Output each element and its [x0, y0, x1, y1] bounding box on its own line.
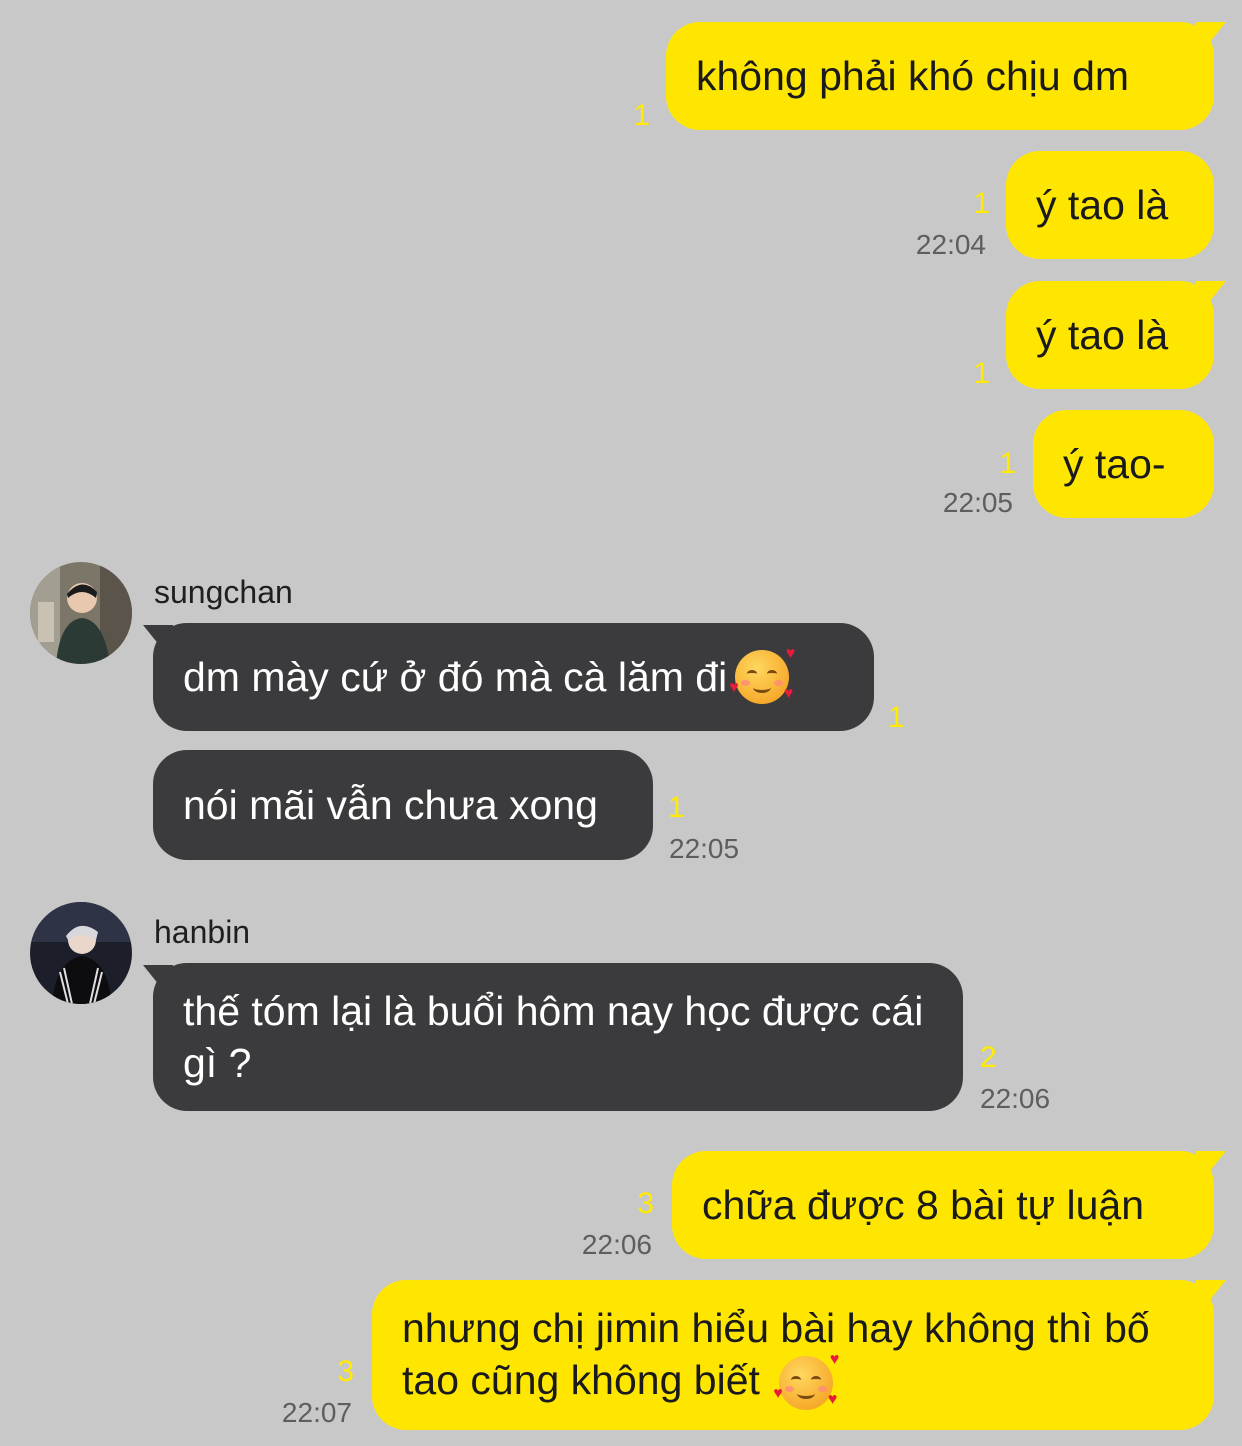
message-time: 22:05	[669, 833, 740, 864]
unread-count: 1	[888, 701, 905, 734]
smiling-face-with-hearts-icon: ♥ ♥ ♥	[773, 1351, 840, 1411]
unread-count: 1	[668, 791, 685, 824]
unread-count: 2	[980, 1041, 997, 1074]
unread-count: 1	[973, 357, 990, 390]
message-bubble-incoming[interactable]: thế tóm lại là buổi hôm nay học được cái…	[143, 963, 963, 1111]
smiling-face-with-hearts-icon: ♥ ♥ ♥	[729, 645, 796, 704]
avatar-sungchan[interactable]	[30, 562, 132, 664]
bubble-tail	[1196, 1280, 1226, 1306]
message-bubble-incoming[interactable]: nói mãi vẫn chưa xong	[153, 750, 653, 860]
message-time: 22:07	[281, 1397, 352, 1428]
message-text: thế tóm lại là buổi hôm nay học được cái…	[183, 988, 924, 1086]
message-bubble-outgoing[interactable]: nhưng chị jimin hiểu bài hay không thì b…	[372, 1280, 1226, 1430]
unread-count: 1	[633, 99, 650, 132]
avatar-hanbin[interactable]	[30, 902, 132, 1004]
message-text: chữa được 8 bài tự luận	[702, 1182, 1145, 1228]
bubble-tail	[1196, 1151, 1226, 1177]
unread-count: 3	[337, 1355, 354, 1388]
message-time: 22:06	[581, 1229, 652, 1260]
message-text: ý tao là	[1036, 312, 1169, 358]
message-bubble-outgoing[interactable]: ý tao là	[1006, 151, 1214, 259]
message-time: 22:05	[942, 487, 1013, 518]
bubble-tail	[143, 965, 173, 991]
unread-count: 3	[637, 1187, 654, 1220]
message-time: 22:04	[915, 229, 986, 260]
unread-count: 1	[973, 187, 990, 220]
bubble-tail	[1196, 22, 1226, 48]
message-text: ý tao là	[1036, 182, 1169, 228]
message-text: không phải khó chịu dm	[696, 53, 1130, 99]
message-text: ý tao-	[1063, 441, 1166, 487]
message-bubble-outgoing[interactable]: không phải khó chịu dm	[666, 22, 1226, 130]
message-bubble-outgoing[interactable]: ý tao-	[1033, 410, 1214, 518]
unread-count: 1	[999, 447, 1016, 480]
sender-name: sungchan	[154, 574, 293, 610]
bubble-tail	[143, 625, 173, 651]
message-text: nói mãi vẫn chưa xong	[183, 782, 598, 828]
message-time: 22:06	[980, 1083, 1051, 1114]
message-bubble-outgoing[interactable]: chữa được 8 bài tự luận	[672, 1151, 1226, 1259]
bubble-tail	[1196, 281, 1226, 307]
sender-name: hanbin	[154, 914, 251, 950]
message-bubble-outgoing[interactable]: ý tao là	[1006, 281, 1226, 389]
message-bubble-incoming[interactable]: dm mày cứ ở đó mà cà lăm đi ♥ ♥ ♥	[143, 623, 874, 731]
message-text: dm mày cứ ở đó mà cà lăm đi	[183, 654, 728, 700]
